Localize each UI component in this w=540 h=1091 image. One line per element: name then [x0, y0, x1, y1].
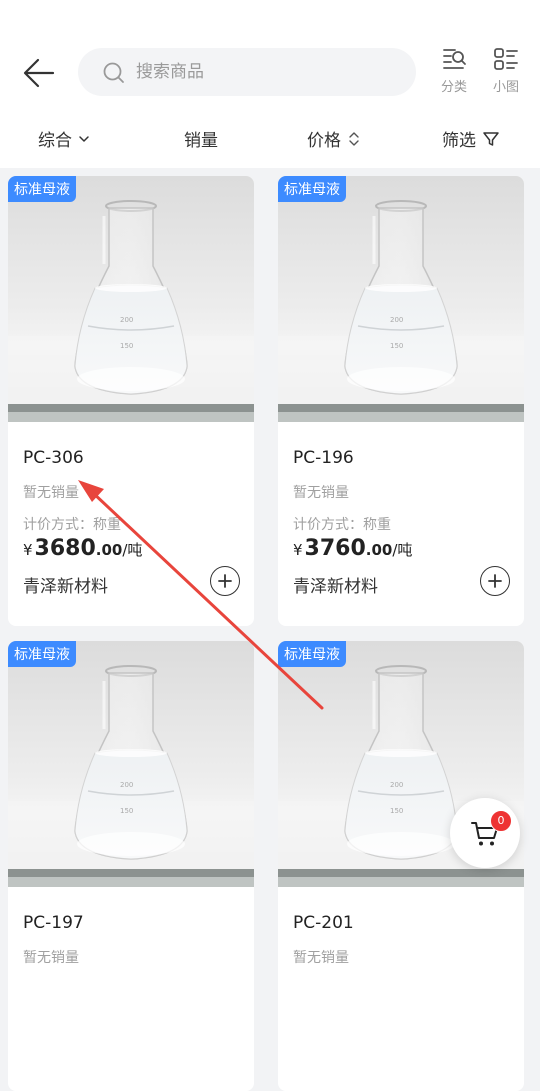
product-badge: 标准母液 — [278, 176, 346, 202]
view-toggle-button[interactable]: 小图 — [486, 46, 526, 95]
sort-tab-sales[interactable]: 销量 — [184, 126, 218, 151]
product-name: PC-201 — [293, 913, 354, 933]
price-unit: /吨 — [122, 541, 143, 559]
store-name: 青泽新材料 — [23, 577, 108, 597]
price-decimal: .00 — [365, 541, 393, 559]
add-to-cart-button[interactable] — [480, 566, 510, 596]
product-name: PC-196 — [293, 448, 354, 468]
product-card[interactable]: 标准母液 PC-306 暂无销量 计价方式：称重 ¥ 3680 .00 /吨 青… — [8, 176, 254, 626]
price-unit: /吨 — [392, 541, 413, 559]
product-image — [8, 641, 254, 887]
back-button[interactable] — [20, 54, 58, 92]
plus-icon — [218, 574, 232, 588]
product-price: ¥ 3680 .00 /吨 — [23, 536, 142, 561]
price-integer: 3760 — [304, 536, 366, 561]
search-input[interactable] — [136, 56, 396, 88]
product-price: ¥ 3760 .00 /吨 — [293, 536, 412, 561]
product-image — [278, 176, 524, 422]
product-badge: 标准母液 — [278, 641, 346, 667]
add-to-cart-button[interactable] — [210, 566, 240, 596]
product-sales: 暂无销量 — [23, 950, 79, 966]
product-badge: 标准母液 — [8, 176, 76, 202]
filter-icon — [483, 131, 499, 146]
product-name: PC-306 — [23, 448, 84, 468]
product-sales: 暂无销量 — [23, 485, 79, 501]
product-card[interactable]: 标准母液 PC-197 暂无销量 — [8, 641, 254, 1091]
search-icon — [103, 62, 124, 83]
price-currency: ¥ — [293, 541, 303, 559]
plus-icon — [488, 574, 502, 588]
product-card[interactable]: 标准母液 PC-196 暂无销量 计价方式：称重 ¥ 3760 .00 /吨 青… — [278, 176, 524, 626]
product-badge: 标准母液 — [8, 641, 76, 667]
list-view-icon — [494, 48, 518, 70]
sort-tab-label: 筛选 — [442, 131, 476, 151]
floating-cart-button[interactable]: 0 — [450, 798, 520, 868]
search-bar[interactable] — [78, 48, 416, 96]
chevron-down-icon — [79, 135, 89, 142]
product-pricing-method: 计价方式：称重 — [293, 517, 391, 533]
back-arrow-icon — [23, 58, 55, 88]
category-search-icon — [443, 49, 466, 69]
sort-tab-label: 销量 — [184, 131, 218, 151]
store-name: 青泽新材料 — [293, 577, 378, 597]
sort-bar: 综合 销量 价格 筛选 — [0, 118, 540, 162]
sort-arrows-icon — [349, 131, 359, 146]
category-label: 分类 — [440, 80, 467, 95]
price-decimal: .00 — [95, 541, 123, 559]
cart-count-badge: 0 — [490, 810, 512, 832]
price-integer: 3680 — [34, 536, 96, 561]
product-sales: 暂无销量 — [293, 485, 349, 501]
sort-tab-comprehensive[interactable]: 综合 — [38, 126, 90, 151]
sort-tab-label: 价格 — [307, 131, 341, 151]
view-toggle-label: 小图 — [492, 80, 519, 95]
product-pricing-method: 计价方式：称重 — [23, 517, 121, 533]
sort-tab-label: 综合 — [38, 131, 72, 151]
product-name: PC-197 — [23, 913, 84, 933]
price-currency: ¥ — [23, 541, 33, 559]
product-image — [8, 176, 254, 422]
category-button[interactable]: 分类 — [434, 46, 474, 95]
top-bar: 分类 小图 综合 销量 价格 筛选 — [0, 0, 540, 168]
product-sales: 暂无销量 — [293, 950, 349, 966]
sort-tab-filter[interactable]: 筛选 — [442, 126, 500, 151]
sort-tab-price[interactable]: 价格 — [307, 126, 361, 151]
